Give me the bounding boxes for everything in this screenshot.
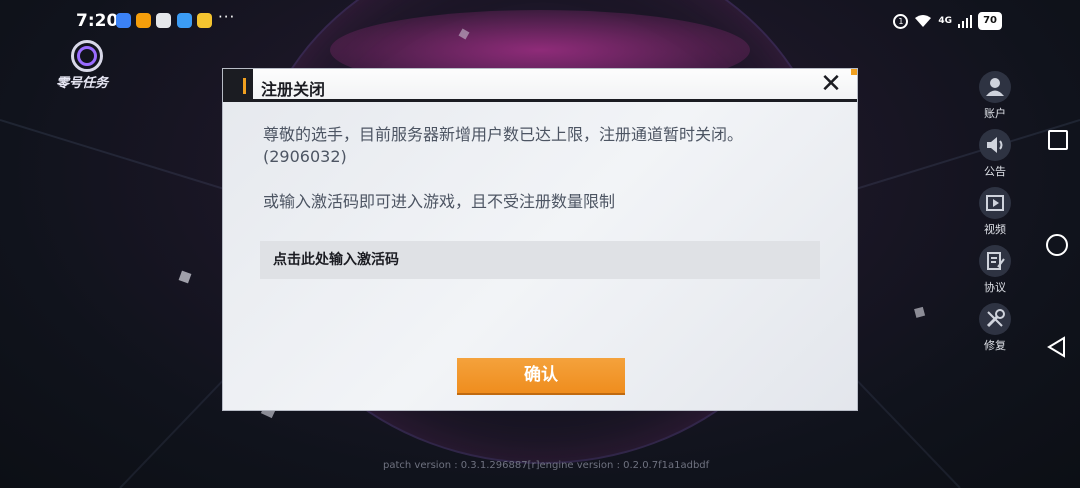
side-menu-label: 协议	[984, 281, 1006, 294]
agreement-icon	[979, 245, 1011, 277]
notification-icon-4	[177, 13, 192, 28]
account-icon	[979, 71, 1011, 103]
notification-icon-1	[116, 13, 131, 28]
confirm-button[interactable]: 确认	[457, 358, 625, 393]
game-logo: 零号任务	[56, 40, 124, 92]
close-button[interactable]: ✕	[819, 71, 843, 97]
side-menu-repair[interactable]: 修复	[975, 303, 1015, 353]
side-menu-announcement[interactable]: 公告	[975, 129, 1015, 179]
recent-apps-button[interactable]	[1048, 130, 1068, 150]
repair-icon	[979, 303, 1011, 335]
hd-call-icon: 1	[893, 13, 909, 29]
message-error-code: (2906032)	[263, 147, 347, 166]
side-menu-label: 公告	[984, 165, 1006, 178]
header-accent-block	[223, 69, 253, 102]
message-line-1: 尊敬的选手，目前服务器新增用户数已达上限，注册通道暂时关闭。	[263, 125, 744, 144]
side-menu-account[interactable]: 账户	[975, 71, 1015, 121]
notification-icon-2	[136, 13, 151, 28]
side-menu-video[interactable]: 视频	[975, 187, 1015, 237]
system-icons: 1 4G 70	[893, 12, 1002, 30]
network-type-label: 4G	[938, 16, 953, 26]
game-logo-text: 零号任务	[56, 76, 109, 91]
side-menu-label: 修复	[984, 339, 1006, 352]
dialog-header: 注册关闭 ✕	[223, 69, 857, 102]
status-bar: 7:20 ··· 1 4G 70	[0, 0, 1080, 42]
side-menu-label: 账户	[984, 107, 1006, 120]
side-menu-agreement[interactable]: 协议	[975, 245, 1015, 295]
more-notifications-icon: ···	[218, 8, 236, 26]
video-icon	[979, 187, 1011, 219]
signal-icon	[958, 15, 973, 28]
home-button[interactable]	[1046, 234, 1068, 256]
announcement-icon	[979, 129, 1011, 161]
logo-ring-inner-icon	[77, 46, 97, 66]
notification-icon-3	[156, 13, 171, 28]
activation-hint: 或输入激活码即可进入游戏，且不受注册数量限制	[263, 192, 616, 211]
registration-closed-dialog: 注册关闭 ✕ 尊敬的选手，目前服务器新增用户数已达上限，注册通道暂时关闭。 (2…	[223, 69, 857, 410]
version-text: patch version : 0.3.1.296887[r]engine ve…	[383, 460, 710, 471]
dialog-message: 尊敬的选手，目前服务器新增用户数已达上限，注册通道暂时关闭。 (2906032)	[263, 124, 823, 168]
side-menu-label: 视频	[984, 223, 1006, 236]
header-accent-bar	[243, 78, 246, 94]
back-button[interactable]	[1046, 336, 1068, 358]
wifi-icon	[915, 15, 932, 27]
notification-icon-5	[197, 13, 212, 28]
status-time: 7:20	[76, 11, 119, 31]
dialog-title: 注册关闭	[261, 80, 326, 99]
battery-icon: 70	[978, 12, 1002, 30]
dialog-body: 尊敬的选手，目前服务器新增用户数已达上限，注册通道暂时关闭。 (2906032)…	[223, 102, 857, 410]
corner-accent	[851, 69, 857, 75]
activation-code-input[interactable]: 点击此处输入激活码	[260, 241, 820, 279]
